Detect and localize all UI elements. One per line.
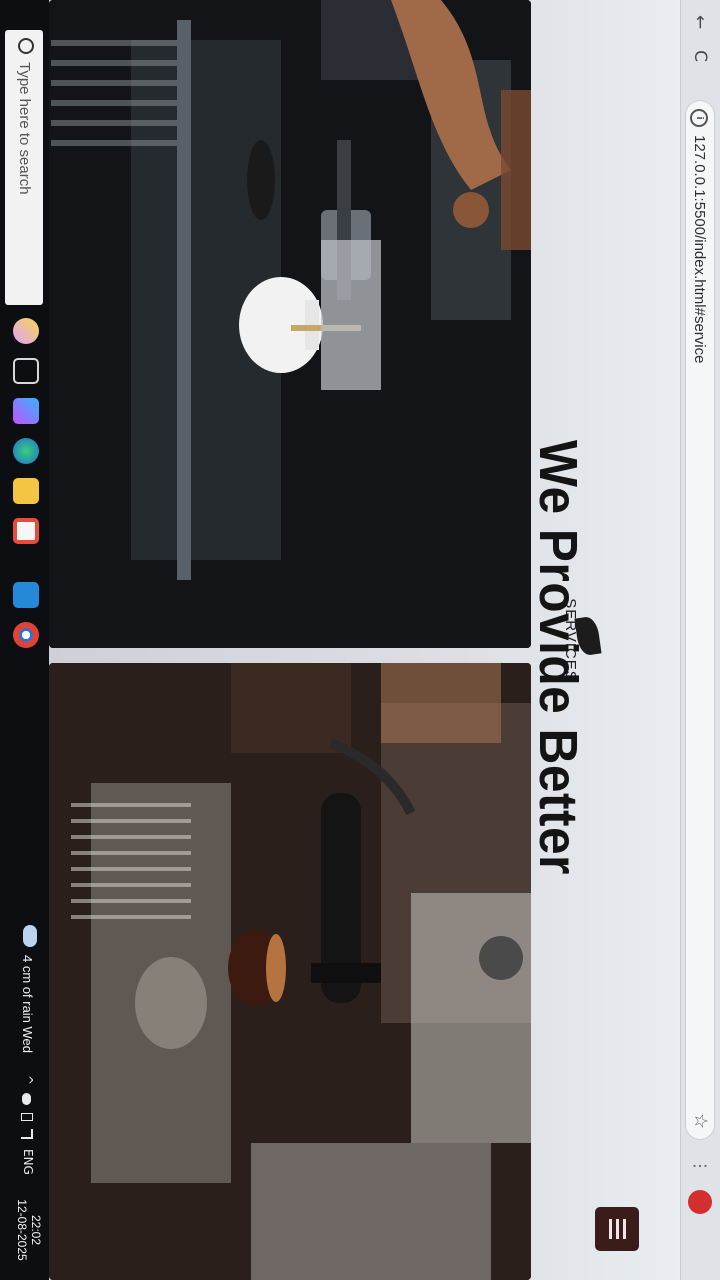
taskbar: Type here to search 4 cm of rain Wed ^ E…	[0, 0, 49, 1280]
vscode-icon[interactable]	[13, 582, 39, 608]
hamburger-menu-icon	[623, 1219, 626, 1239]
tray-chevron-icon[interactable]: ^	[21, 1075, 35, 1085]
taskbar-search[interactable]: Type here to search	[5, 30, 43, 305]
web-page: SERVICES We Provide Better	[49, 0, 679, 1280]
browser-toolbar: ← C i 127.0.0.1:5500/index.html#service …	[680, 0, 720, 1280]
back-arrow-icon[interactable]: ←	[686, 8, 714, 36]
system-tray: ^ ENG	[13, 1075, 35, 1175]
espresso-tap-photo	[49, 0, 531, 648]
search-placeholder: Type here to search	[16, 62, 33, 195]
site-info-icon[interactable]: i	[690, 109, 708, 127]
espresso-machine-shots-photo	[49, 663, 531, 1280]
rotated-desktop: ← C i 127.0.0.1:5500/index.html#service …	[0, 0, 720, 1280]
chrome-icon[interactable]	[13, 622, 39, 648]
espresso-machine-illustration	[49, 663, 531, 1280]
profile-avatar[interactable]	[688, 1190, 712, 1214]
reload-icon[interactable]: C	[686, 42, 714, 70]
espresso-tap-illustration	[49, 0, 531, 648]
rain-cloud-icon	[23, 925, 37, 947]
bookmark-star-icon[interactable]: ☆	[690, 1113, 711, 1129]
task-view-icon[interactable]	[13, 358, 39, 384]
battery-icon[interactable]	[21, 1113, 33, 1121]
extensions-icon[interactable]: ⋮	[689, 1155, 711, 1177]
url-text[interactable]: 127.0.0.1:5500/index.html#service	[691, 135, 708, 363]
store-icon[interactable]	[13, 518, 39, 544]
clock-time: 22:02	[29, 1214, 43, 1246]
clock[interactable]: 22:02 12-08-2025	[15, 1185, 43, 1275]
hero-title: We Provide Better	[528, 440, 588, 875]
weather-widget[interactable]: 4 cm of rain Wed	[7, 925, 41, 1065]
clock-date: 12-08-2025	[15, 1199, 29, 1261]
copilot-app-icon[interactable]	[13, 398, 39, 424]
file-explorer-icon[interactable]	[13, 478, 39, 504]
edge-icon[interactable]	[13, 438, 39, 464]
hamburger-line	[616, 1219, 619, 1239]
search-icon	[18, 38, 34, 54]
language-indicator[interactable]: ENG	[21, 1149, 35, 1175]
onedrive-cloud-icon[interactable]	[22, 1093, 31, 1105]
copilot-icon[interactable]	[13, 318, 39, 344]
wifi-icon[interactable]	[21, 1129, 33, 1139]
hamburger-menu-button[interactable]	[595, 1207, 639, 1251]
weather-text: 4 cm of rain Wed	[20, 955, 35, 1054]
address-bar[interactable]: i 127.0.0.1:5500/index.html#service ☆	[685, 100, 715, 1140]
hamburger-line	[609, 1219, 612, 1239]
